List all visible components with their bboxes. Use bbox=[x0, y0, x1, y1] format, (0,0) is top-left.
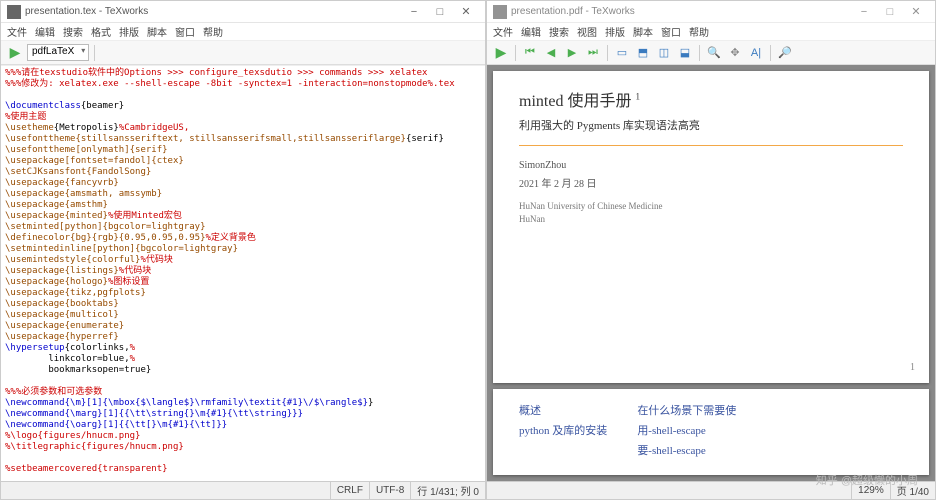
page-number: 1 bbox=[910, 362, 915, 373]
menu-file[interactable]: 文件 bbox=[7, 24, 27, 39]
pdf-page-2: 概述 python 及库的安装 在什么场景下需要使 用-shell-escape… bbox=[493, 389, 929, 475]
doc-title: minted 使用手册 bbox=[519, 93, 635, 110]
window-title: presentation.tex - TeXworks bbox=[25, 6, 148, 17]
doc-author: SimonZhou bbox=[519, 160, 903, 171]
pdf-page-1: minted 使用手册 1 利用强大的 Pygments 库实现语法高亮 Sim… bbox=[493, 71, 929, 383]
footnote-marker: 1 bbox=[635, 92, 640, 102]
menu-window[interactable]: 窗口 bbox=[661, 24, 681, 39]
engine-dropdown[interactable]: pdfLaTeX bbox=[27, 44, 89, 61]
status-cursor: 行 1/431; 列 0 bbox=[410, 482, 485, 499]
menu-file[interactable]: 文件 bbox=[493, 24, 513, 39]
menu-search[interactable]: 搜索 bbox=[549, 24, 569, 39]
menu-edit[interactable]: 编辑 bbox=[35, 24, 55, 39]
next-page-icon[interactable]: ▶ bbox=[563, 44, 581, 62]
app-icon bbox=[493, 5, 507, 19]
watermark: 知乎 @超级懒的小周 bbox=[816, 472, 918, 481]
minimize-button[interactable]: − bbox=[401, 3, 427, 21]
close-button[interactable]: ✕ bbox=[903, 3, 929, 21]
minimize-button[interactable]: − bbox=[851, 3, 877, 21]
prev-page-icon[interactable]: ◀ bbox=[542, 44, 560, 62]
search-icon[interactable]: 🔎 bbox=[776, 44, 794, 62]
pdf-viewer[interactable]: minted 使用手册 1 利用强大的 Pygments 库实现语法高亮 Sim… bbox=[487, 65, 935, 481]
status-encoding[interactable]: UTF-8 bbox=[369, 482, 410, 499]
app-icon bbox=[7, 5, 21, 19]
window-title: presentation.pdf - TeXworks bbox=[511, 6, 635, 17]
outline-item: 用-shell-escape bbox=[637, 421, 736, 441]
outline-item: python 及库的安装 bbox=[519, 421, 607, 441]
fit-width-icon[interactable]: ⬒ bbox=[634, 44, 652, 62]
close-button[interactable]: ✕ bbox=[453, 3, 479, 21]
text-select-icon[interactable]: A| bbox=[747, 44, 765, 62]
doc-date: 2021 年 2 月 28 日 bbox=[519, 175, 903, 190]
first-page-icon[interactable]: ⏮ bbox=[521, 44, 539, 62]
scroll-icon[interactable]: ✥ bbox=[726, 44, 744, 62]
menu-format[interactable]: 格式 bbox=[91, 24, 111, 39]
menu-help[interactable]: 帮助 bbox=[203, 24, 223, 39]
outline-item: 概述 bbox=[519, 401, 607, 421]
magnify-icon[interactable]: 🔍 bbox=[705, 44, 723, 62]
menu-scripts[interactable]: 脚本 bbox=[633, 24, 653, 39]
menu-view[interactable]: 视图 bbox=[577, 24, 597, 39]
status-lineending[interactable]: CRLF bbox=[330, 482, 369, 499]
last-page-icon[interactable]: ⏭ bbox=[584, 44, 602, 62]
doc-institute: HuNan University of Chinese Medicine HuN… bbox=[519, 200, 903, 226]
menu-search[interactable]: 搜索 bbox=[63, 24, 83, 39]
fit-window-icon[interactable]: ▭ bbox=[613, 44, 631, 62]
menu-typeset[interactable]: 排版 bbox=[119, 24, 139, 39]
menu-help[interactable]: 帮助 bbox=[689, 24, 709, 39]
outline-item: 要-shell-escape bbox=[637, 441, 736, 461]
typeset-button[interactable]: ▶ bbox=[492, 44, 510, 62]
maximize-button[interactable]: □ bbox=[427, 3, 453, 21]
typeset-button[interactable]: ▶ bbox=[6, 44, 24, 62]
menu-typeset[interactable]: 排版 bbox=[605, 24, 625, 39]
doc-subtitle: 利用强大的 Pygments 库实现语法高亮 bbox=[519, 117, 903, 133]
menu-window[interactable]: 窗口 bbox=[175, 24, 195, 39]
menu-edit[interactable]: 编辑 bbox=[521, 24, 541, 39]
source-editor[interactable]: %%%请在texstudio软件中的Options >>> configure_… bbox=[1, 65, 485, 481]
actual-size-icon[interactable]: ◫ bbox=[655, 44, 673, 62]
menu-scripts[interactable]: 脚本 bbox=[147, 24, 167, 39]
maximize-button[interactable]: □ bbox=[877, 3, 903, 21]
fit-page-icon[interactable]: ⬓ bbox=[676, 44, 694, 62]
outline-item: 在什么场景下需要使 bbox=[637, 401, 736, 421]
